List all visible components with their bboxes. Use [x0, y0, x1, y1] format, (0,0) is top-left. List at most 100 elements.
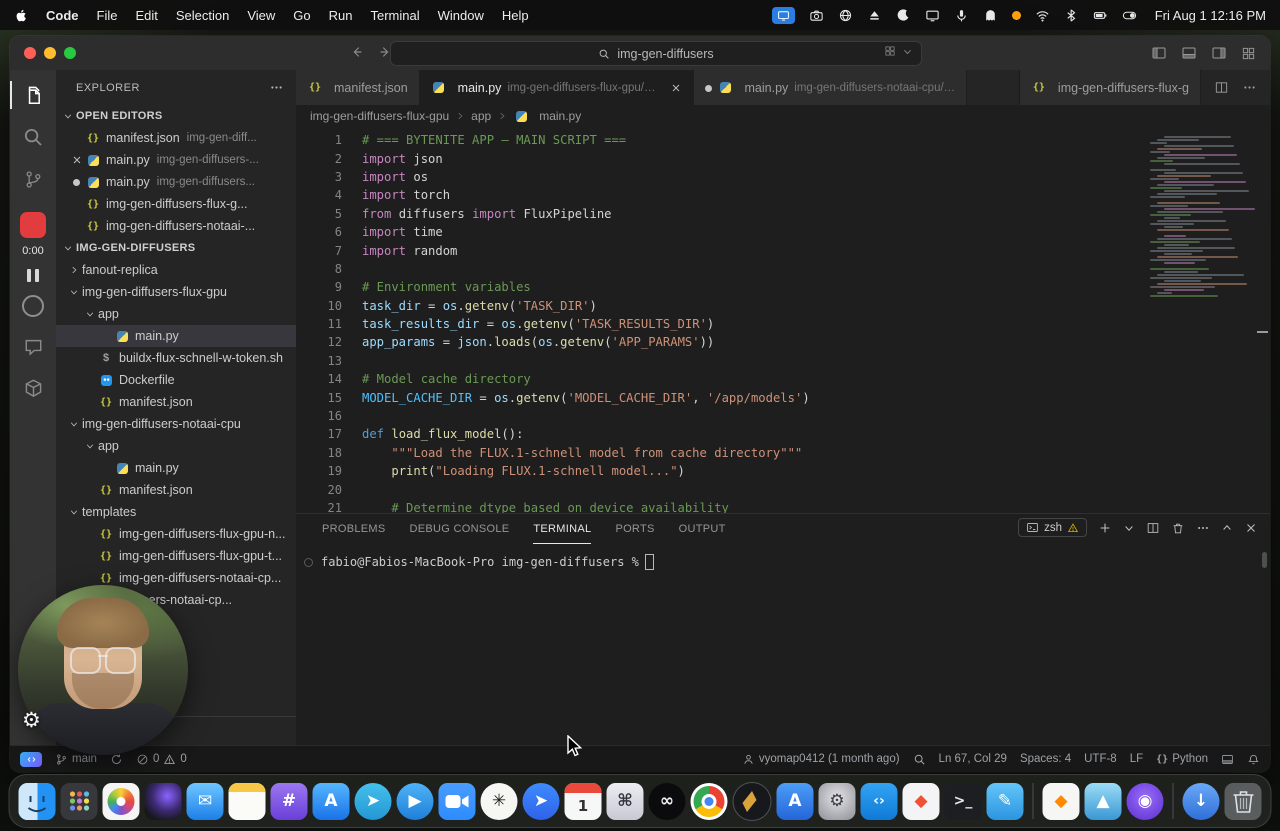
- new-terminal-button[interactable]: [1098, 521, 1112, 535]
- menu-edit[interactable]: Edit: [135, 8, 157, 23]
- dock-recorder-app[interactable]: ◉: [1126, 782, 1164, 820]
- dock-media-app[interactable]: ▲: [1084, 782, 1122, 820]
- terminal-scrollbar[interactable]: [1262, 552, 1267, 568]
- recorder-pause-button[interactable]: [27, 269, 39, 282]
- screen-mirroring-icon[interactable]: [771, 6, 795, 24]
- navigate-back-button[interactable]: [350, 45, 364, 59]
- customize-layout-button[interactable]: [1241, 45, 1256, 61]
- project-section-header[interactable]: IMG-GEN-DIFFUSERS: [56, 237, 296, 259]
- recorder-camera-toggle[interactable]: [22, 295, 44, 317]
- more-actions-icon[interactable]: [1242, 80, 1257, 95]
- battery-icon[interactable]: [1093, 8, 1108, 23]
- activitybar-chat[interactable]: [10, 325, 56, 367]
- more-actions-icon[interactable]: [269, 80, 284, 95]
- dock-launchpad[interactable]: [60, 782, 98, 820]
- tree-item[interactable]: fanout-replica: [56, 259, 296, 281]
- menu-view[interactable]: View: [247, 8, 275, 23]
- dock-mail[interactable]: ✉: [186, 782, 224, 820]
- encoding-setting[interactable]: UTF-8: [1084, 753, 1117, 765]
- panel-tab-output[interactable]: OUTPUT: [679, 514, 726, 544]
- dock-terminal-app[interactable]: >_: [944, 782, 982, 820]
- menu-run[interactable]: Run: [329, 8, 353, 23]
- minimize-window-button[interactable]: [44, 47, 56, 59]
- dock-design-app[interactable]: ✎: [986, 782, 1024, 820]
- panel-tab-terminal[interactable]: TERMINAL: [533, 514, 592, 544]
- code-editor[interactable]: 1 # === BYTENITE APP — MAIN SCRIPT === 2 im…: [296, 127, 1270, 513]
- wifi-icon[interactable]: [1035, 8, 1050, 23]
- activitybar-explorer[interactable]: [10, 74, 56, 116]
- split-terminal-button[interactable]: [1146, 521, 1160, 535]
- tree-item[interactable]: img-gen-diffusers-notaai-cpu: [56, 413, 296, 435]
- dock-messenger[interactable]: ➤: [522, 782, 560, 820]
- dock-telegram[interactable]: ➤: [354, 782, 392, 820]
- breadcrumb-item[interactable]: app: [471, 109, 491, 123]
- command-center-search[interactable]: img-gen-diffusers: [390, 41, 922, 66]
- close-icon[interactable]: [670, 82, 682, 94]
- open-editor-item[interactable]: main.py img-gen-diffusers...: [56, 171, 296, 193]
- dock-vscode[interactable]: ‹›: [860, 782, 898, 820]
- activitybar-source-control[interactable]: [10, 158, 56, 200]
- mic-icon[interactable]: [954, 8, 969, 23]
- panel-tab-debug-console[interactable]: DEBUG CONSOLE: [410, 514, 510, 544]
- dock-planner[interactable]: #: [270, 782, 308, 820]
- dock-chatgpt[interactable]: ✳: [480, 782, 518, 820]
- toggle-panel-button[interactable]: [1181, 45, 1197, 61]
- menu-go[interactable]: Go: [293, 8, 310, 23]
- tree-item[interactable]: templates: [56, 501, 296, 523]
- open-editor-item[interactable]: main.py img-gen-diffusers-...: [56, 149, 296, 171]
- panel-tab-ports[interactable]: PORTS: [615, 514, 654, 544]
- dock-zoom[interactable]: [438, 782, 476, 820]
- eol-setting[interactable]: LF: [1130, 753, 1143, 765]
- moon-icon[interactable]: [896, 8, 911, 23]
- dock-system-settings[interactable]: ⚙: [818, 782, 856, 820]
- open-editor-item[interactable]: {} img-gen-diffusers-notaai-...: [56, 215, 296, 237]
- eject-icon[interactable]: [867, 8, 882, 23]
- panel-more-actions-button[interactable]: [1196, 521, 1210, 535]
- editor-layout-icon[interactable]: [884, 45, 896, 57]
- gear-icon[interactable]: ⚙: [22, 708, 41, 732]
- dock-utility-app[interactable]: ◆: [1042, 782, 1080, 820]
- toggle-icon[interactable]: [1122, 8, 1137, 23]
- dock-photos[interactable]: [102, 782, 140, 820]
- terminal-shell-selector[interactable]: zsh: [1018, 518, 1087, 537]
- close-icon[interactable]: [68, 154, 85, 166]
- tree-item[interactable]: main.py: [56, 457, 296, 479]
- zoom-window-button[interactable]: [64, 47, 76, 59]
- editor-tab-right-group[interactable]: {} img-gen-diffusers-flux-g: [1018, 70, 1201, 105]
- close-panel-button[interactable]: [1244, 521, 1258, 535]
- language-mode[interactable]: {} Python: [1156, 753, 1208, 765]
- terminal[interactable]: fabio@Fabios-MacBook-Pro img-gen-diffuse…: [296, 544, 1270, 746]
- dock-dark-circle-app[interactable]: ∞: [648, 782, 686, 820]
- cursor-position[interactable]: Ln 67, Col 29: [939, 753, 1007, 765]
- tree-item[interactable]: {} manifest.json: [56, 391, 296, 413]
- dock-notes[interactable]: [228, 782, 266, 820]
- dock-compass-browser[interactable]: [732, 781, 772, 821]
- status-search-button[interactable]: [913, 753, 926, 766]
- dock-video-call[interactable]: ▶: [396, 782, 434, 820]
- menu-help[interactable]: Help: [502, 8, 529, 23]
- ghost-icon[interactable]: [983, 8, 998, 23]
- open-editor-item[interactable]: {} img-gen-diffusers-flux-g...: [56, 193, 296, 215]
- tree-item[interactable]: main.py: [56, 325, 296, 347]
- menu-selection[interactable]: Selection: [176, 8, 229, 23]
- editor-tab[interactable]: main.py img-gen-diffusers-flux-gpu/…: [419, 70, 694, 105]
- menu-clock[interactable]: Fri Aug 1 12:16 PM: [1155, 8, 1266, 23]
- toggle-secondary-sidebar-button[interactable]: [1211, 45, 1227, 61]
- git-blame[interactable]: vyomap0412 (1 month ago): [742, 753, 900, 766]
- tree-item[interactable]: {} manifest.json: [56, 479, 296, 501]
- activitybar-search[interactable]: [10, 116, 56, 158]
- dock-dev-tool[interactable]: ⌘: [606, 782, 644, 820]
- tree-item[interactable]: $ buildx-flux-schnell-w-token.sh: [56, 347, 296, 369]
- toggle-sidebar-button[interactable]: [1151, 45, 1167, 61]
- status-extra-button[interactable]: [1221, 753, 1234, 766]
- dock-chrome[interactable]: [690, 782, 728, 820]
- tree-item[interactable]: {} img-gen-diffusers-flux-gpu-n...: [56, 523, 296, 545]
- editor-tab[interactable]: {} manifest.json: [296, 70, 420, 105]
- dock-trash[interactable]: [1224, 782, 1262, 820]
- terminal-dropdown-button[interactable]: [1123, 522, 1135, 534]
- tree-item[interactable]: app: [56, 435, 296, 457]
- globe-icon[interactable]: [838, 8, 853, 23]
- dock-downloads[interactable]: ↓: [1182, 782, 1220, 820]
- open-editor-item[interactable]: {} manifest.json img-gen-diff...: [56, 127, 296, 149]
- tree-item[interactable]: Dockerfile: [56, 369, 296, 391]
